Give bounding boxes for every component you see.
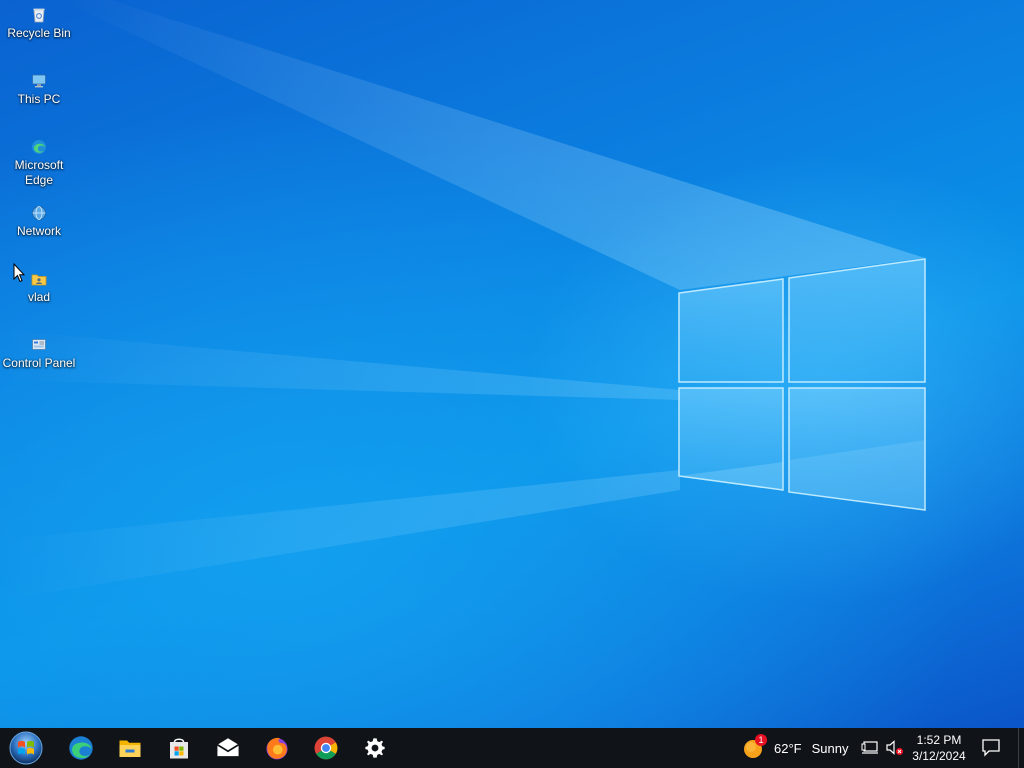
desktop-icon-microsoft-edge[interactable]: Microsoft Edge <box>0 139 78 188</box>
control-panel-icon <box>32 339 46 350</box>
taskbar-app-chrome[interactable] <box>310 732 342 764</box>
chrome-icon <box>314 736 338 760</box>
taskbar-app-file-explorer[interactable] <box>114 732 146 764</box>
taskbar-app-edge[interactable] <box>65 732 97 764</box>
desktop-icon-label: This PC <box>17 92 61 106</box>
this-pc-icon <box>32 74 46 88</box>
tray-volume[interactable] <box>885 728 905 768</box>
weather-condition: Sunny <box>811 740 849 756</box>
user-folder-icon <box>31 274 47 286</box>
clock-time: 1:52 PM <box>916 733 962 747</box>
volume-muted-icon <box>886 740 904 756</box>
desktop-icon-label: Microsoft Edge <box>14 158 64 187</box>
taskbar: 1 62°F Sunny 1:52 PM 3/12/2024 <box>0 728 1024 768</box>
clock-date: 3/12/2024 <box>912 749 966 763</box>
taskbar-app-settings[interactable] <box>359 732 391 764</box>
weather-badge: 1 <box>755 734 767 746</box>
network-icon <box>32 206 46 220</box>
start-button[interactable] <box>6 730 46 766</box>
sun-icon: 1 <box>742 734 767 760</box>
windows-start-icon <box>9 731 43 765</box>
weather-widget[interactable]: 1 62°F Sunny <box>742 728 848 768</box>
network-icon <box>861 741 878 754</box>
taskbar-app-mail[interactable] <box>212 732 244 764</box>
desktop-icon-recycle-bin[interactable]: Recycle Bin <box>0 7 78 41</box>
action-center-icon <box>982 739 1000 757</box>
edge-icon <box>69 736 93 760</box>
desktop-icon-network[interactable]: Network <box>0 205 78 239</box>
taskbar-clock[interactable]: 1:52 PM 3/12/2024 <box>906 732 972 764</box>
desktop-icon-vlad[interactable]: vlad <box>0 271 78 305</box>
tray-network[interactable] <box>861 728 879 768</box>
desktop-icon-this-pc[interactable]: This PC <box>0 73 78 107</box>
mouse-cursor-icon <box>13 263 25 283</box>
show-desktop-button[interactable] <box>1018 728 1024 768</box>
store-icon <box>170 738 188 759</box>
gear-icon <box>365 738 385 758</box>
recycle-bin-icon <box>33 8 45 23</box>
edge-icon <box>32 140 46 154</box>
firefox-icon <box>266 737 288 760</box>
desktop-wallpaper[interactable]: Recycle Bin This PC Microsoft Edge Netwo… <box>0 0 1024 728</box>
mail-icon <box>217 738 239 757</box>
taskbar-app-store[interactable] <box>163 732 195 764</box>
desktop-icon-label: vlad <box>27 290 50 304</box>
weather-temperature: 62°F <box>774 740 802 756</box>
taskbar-app-firefox[interactable] <box>261 732 293 764</box>
windows-logo-wallpaper-icon <box>678 258 926 511</box>
desktop-icon-control-panel[interactable]: Control Panel <box>0 337 78 371</box>
file-explorer-icon <box>119 740 141 757</box>
desktop-icon-label: Network <box>16 224 61 238</box>
desktop-icon-label: Control Panel <box>2 356 76 370</box>
desktop-icon-label: Recycle Bin <box>7 26 71 40</box>
action-center-button[interactable] <box>980 736 1004 760</box>
